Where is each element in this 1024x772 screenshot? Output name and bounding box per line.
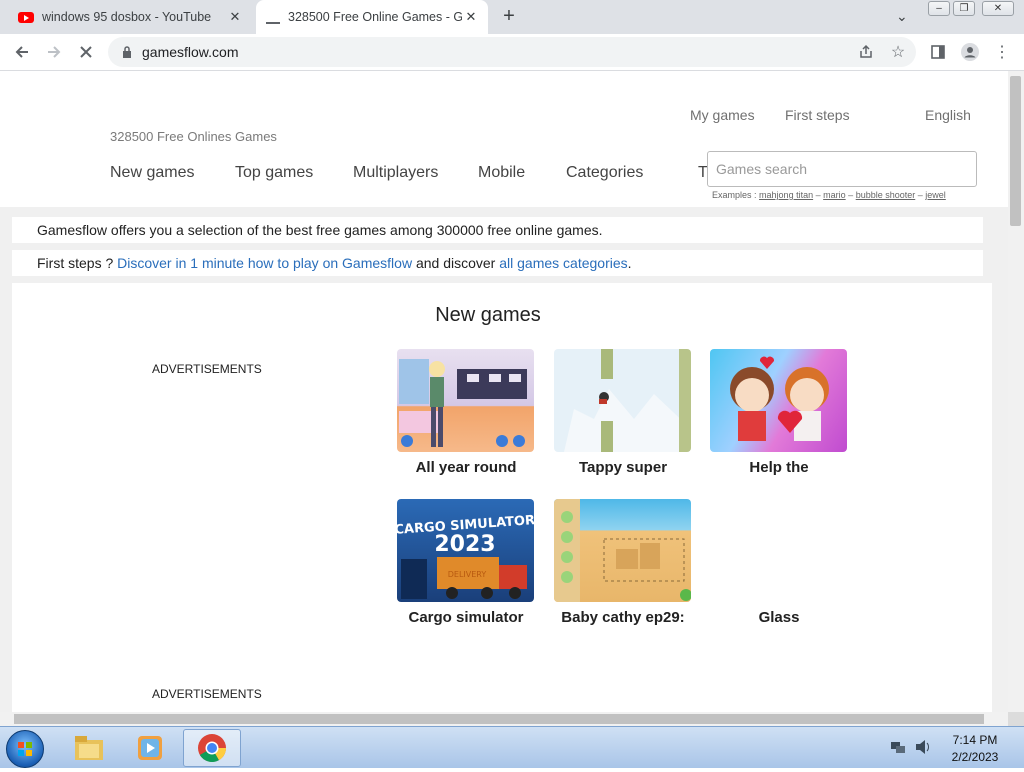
nav-new-games[interactable]: New games — [110, 164, 194, 182]
site-header: My games First steps English 328500 Free… — [0, 71, 1008, 207]
game-thumbnail[interactable] — [554, 499, 691, 602]
explorer-taskbar-icon[interactable] — [60, 729, 118, 767]
categories-link[interactable]: all games categories — [499, 255, 627, 271]
tab-gamesflow[interactable]: 328500 Free Online Games - Gam ✕ — [256, 0, 488, 34]
system-clock[interactable]: 7:14 PM 2/2/2023 — [940, 732, 1010, 766]
nav-top-games[interactable]: Top games — [235, 164, 313, 182]
clock-time: 7:14 PM — [952, 733, 998, 747]
example-link[interactable]: bubble shooter — [856, 190, 916, 200]
game-thumbnail[interactable]: CARGO SIMULATOR 2023 DELIVERY — [397, 499, 534, 602]
scrollbar-corner — [1008, 712, 1024, 726]
tab-search-chevron-icon[interactable]: ⌄ — [896, 8, 908, 25]
vertical-scroll-thumb[interactable] — [1010, 76, 1021, 226]
web-page: My games First steps English 328500 Free… — [0, 71, 1008, 712]
browser-toolbar: gamesflow.com ☆ ⋮ — [0, 34, 1024, 71]
start-button[interactable] — [6, 730, 44, 768]
nav-categories[interactable]: Categories — [566, 164, 643, 182]
lock-icon[interactable] — [122, 46, 132, 58]
game-title[interactable]: Help the — [710, 459, 848, 476]
windows-logo-icon — [18, 742, 32, 756]
nav-multiplayers[interactable]: Multiplayers — [353, 164, 438, 182]
side-panel-icon[interactable] — [928, 42, 948, 62]
minimize-button[interactable]: ‒ — [928, 1, 950, 16]
restore-button[interactable]: ❐ — [953, 1, 975, 16]
thumbnail-text: DELIVERY — [448, 570, 487, 579]
tab-title: windows 95 dosbox - YouTube — [42, 10, 212, 24]
profile-avatar-icon[interactable] — [960, 42, 980, 62]
loading-favicon-icon — [266, 10, 280, 24]
tab-youtube[interactable]: windows 95 dosbox - YouTube ✕ — [0, 0, 252, 34]
share-icon[interactable] — [856, 42, 876, 62]
main-content: New games ADVERTISEMENTS ADVERTISEMENTS … — [12, 283, 992, 712]
games-search-input[interactable]: Games search — [707, 151, 977, 187]
horizontal-scroll-thumb[interactable] — [14, 714, 984, 724]
volume-icon[interactable] — [914, 739, 932, 760]
browser-tab-strip: windows 95 dosbox - YouTube ✕ 328500 Fre… — [0, 0, 1024, 34]
vertical-scrollbar[interactable] — [1008, 71, 1024, 712]
my-games-link[interactable]: My games — [690, 107, 755, 123]
example-link[interactable]: mario — [823, 190, 846, 200]
site-subtitle: 328500 Free Onlines Games — [110, 129, 277, 144]
advertisements-label: ADVERTISEMENTS — [152, 362, 262, 376]
info-text: Gamesflow offers you a selection of the … — [37, 222, 603, 238]
game-thumbnail[interactable] — [710, 499, 847, 602]
forward-arrow-icon[interactable] — [44, 42, 64, 62]
first-steps-link[interactable]: First steps — [785, 107, 850, 123]
search-examples: Examples : mahjong titan – mario – bubbl… — [712, 190, 946, 200]
language-link[interactable]: English — [925, 107, 971, 123]
window-close-button[interactable]: ✕ — [982, 1, 1014, 16]
nav-mobile[interactable]: Mobile — [478, 164, 525, 182]
example-link[interactable]: mahjong titan — [759, 190, 813, 200]
url-text: gamesflow.com — [142, 44, 239, 60]
game-thumbnail[interactable] — [554, 349, 691, 452]
thumbnail-text: 2023 — [434, 532, 495, 557]
stop-loading-icon[interactable] — [76, 42, 96, 62]
game-card[interactable]: All year round — [397, 349, 535, 476]
game-card[interactable]: Help the — [710, 349, 848, 476]
game-card[interactable]: Tappy super — [554, 349, 692, 476]
game-title[interactable]: Cargo simulator — [397, 609, 535, 626]
tab-title: 328500 Free Online Games - Gam — [288, 10, 462, 24]
media-player-taskbar-icon[interactable] — [121, 729, 179, 767]
clock-date: 2/2/2023 — [951, 750, 999, 764]
game-title[interactable]: All year round — [397, 459, 535, 476]
windows-taskbar: 7:14 PM 2/2/2023 — [0, 726, 1024, 768]
game-title[interactable]: Tappy super — [554, 459, 692, 476]
discover-link[interactable]: Discover in 1 minute how to play on Game… — [117, 255, 412, 271]
game-title[interactable]: Glass — [710, 609, 848, 626]
info-bar-first-steps: First steps ? Discover in 1 minute how t… — [12, 250, 983, 276]
game-card[interactable]: Glass — [710, 499, 848, 626]
info-bar-selection: Gamesflow offers you a selection of the … — [12, 217, 983, 243]
chrome-taskbar-icon[interactable] — [183, 729, 241, 767]
back-arrow-icon[interactable] — [12, 42, 32, 62]
close-tab-icon[interactable]: ✕ — [226, 8, 244, 26]
bookmark-star-icon[interactable]: ☆ — [888, 42, 908, 62]
example-link[interactable]: jewel — [925, 190, 946, 200]
new-tab-button[interactable]: + — [498, 6, 520, 28]
game-title[interactable]: Baby cathy ep29: — [554, 609, 692, 626]
game-thumbnail[interactable] — [397, 349, 534, 452]
game-card[interactable]: Baby cathy ep29: — [554, 499, 692, 626]
network-icon[interactable] — [890, 739, 906, 760]
advertisements-label: ADVERTISEMENTS — [152, 687, 262, 701]
youtube-favicon-icon — [18, 11, 34, 23]
game-thumbnail[interactable] — [710, 349, 847, 452]
horizontal-scrollbar[interactable] — [0, 712, 1008, 726]
menu-kebab-icon[interactable]: ⋮ — [992, 42, 1012, 62]
game-card[interactable]: CARGO SIMULATOR 2023 DELIVERY Cargo simu… — [397, 499, 535, 626]
close-tab-icon[interactable]: ✕ — [462, 8, 480, 26]
section-title: New games — [435, 304, 541, 326]
address-bar[interactable]: gamesflow.com — [108, 37, 916, 67]
